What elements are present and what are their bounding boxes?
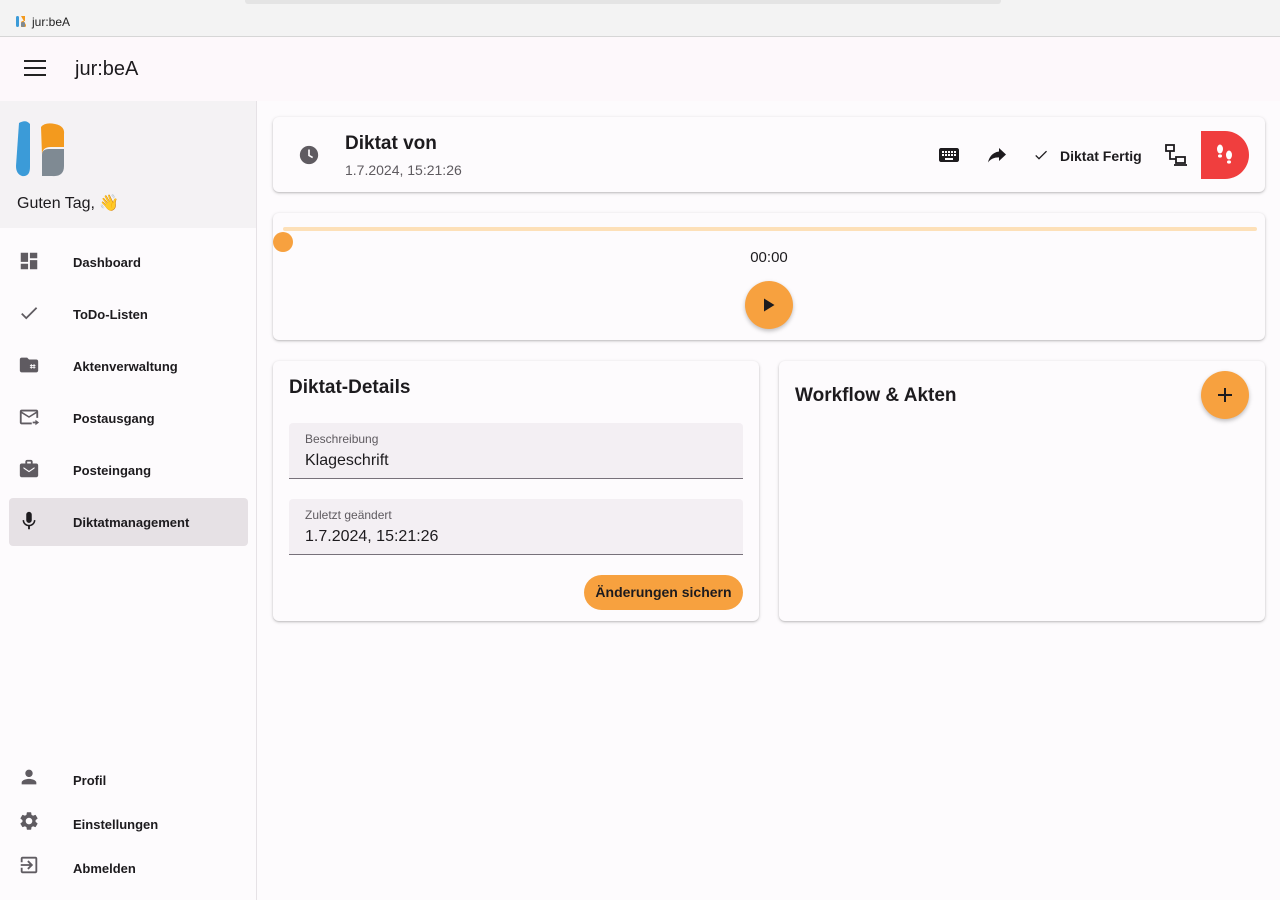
diktat-details-card: Diktat-Details Beschreibung Klageschrift… [273, 361, 759, 621]
logout-icon [20, 856, 38, 874]
diktat-details-title: Diktat-Details [289, 377, 411, 398]
hamburger-menu-icon[interactable] [24, 60, 46, 78]
window-title: jur:beA [32, 15, 71, 29]
audio-player-card: 00:00 [273, 213, 1265, 340]
sidebar-item-label: Abmelden [73, 861, 136, 876]
check-icon [21, 307, 38, 320]
app-header: jur:beA [0, 37, 1280, 101]
add-workflow-button[interactable] [1201, 371, 1249, 419]
sidebar-item-label: Aktenverwaltung [73, 359, 178, 374]
sidebar-item-label: Profil [73, 773, 107, 788]
sidebar-item-label: Dashboard [73, 255, 141, 270]
sidebar-item-einstellungen[interactable]: Einstellungen [9, 800, 248, 844]
zuletzt-geaendert-label: Zuletzt geändert [305, 508, 392, 522]
sidebar-item-diktatmanagement[interactable]: Diktatmanagement [9, 498, 248, 546]
sidebar-bottom-nav: Profil Einstellungen Abmelden [9, 756, 248, 888]
keyboard-icon[interactable] [937, 143, 961, 167]
beschreibung-field[interactable]: Beschreibung Klageschrift [289, 423, 743, 479]
zuletzt-geaendert-value: 1.7.2024, 15:21:26 [305, 528, 439, 545]
footsteps-button[interactable] [1201, 131, 1249, 179]
workflow-akten-card: Workflow & Akten [779, 361, 1265, 621]
sidebar-item-todo[interactable]: ToDo-Listen [9, 290, 248, 338]
forward-arrow-icon[interactable] [985, 143, 1009, 167]
zuletzt-geaendert-field[interactable]: Zuletzt geändert 1.7.2024, 15:21:26 [289, 499, 743, 555]
device-transfer-icon[interactable] [1164, 143, 1188, 167]
diktat-fertig-label: Diktat Fertig [1060, 148, 1142, 164]
sidebar-item-label: Postausgang [73, 411, 155, 426]
diktat-fertig-button[interactable]: Diktat Fertig [1029, 139, 1147, 171]
dictation-header-card: Diktat von 1.7.2024, 15:21:26 Diktat Fer… [273, 117, 1265, 192]
folder-hash-icon [19, 357, 39, 373]
sidebar-item-profil[interactable]: Profil [9, 756, 248, 800]
outgoing-mail-icon [19, 409, 40, 426]
gear-icon [20, 812, 38, 830]
play-icon [764, 298, 775, 312]
dashboard-icon [20, 252, 38, 270]
microphone-icon [22, 511, 36, 530]
plus-icon [1218, 388, 1232, 402]
audio-progress-track[interactable] [273, 227, 1257, 252]
sidebar-item-label: Diktatmanagement [73, 515, 190, 530]
dictation-title: Diktat von [345, 133, 437, 154]
footsteps-icon [1217, 144, 1232, 164]
sidebar-item-label: ToDo-Listen [73, 307, 148, 322]
sidebar: Guten Tag, 👋 Dashboard ToDo-Listen Akten… [0, 101, 257, 900]
beschreibung-value: Klageschrift [305, 452, 389, 469]
sidebar-nav: Dashboard ToDo-Listen Aktenverwaltung Po… [9, 238, 248, 550]
save-changes-button[interactable]: Änderungen sichern [584, 575, 743, 610]
clock-icon [299, 145, 319, 165]
inbox-icon [19, 459, 39, 478]
profile-card: Guten Tag, 👋 [0, 101, 256, 228]
sidebar-item-aktenverwaltung[interactable]: Aktenverwaltung [9, 342, 248, 390]
app-title: jur:beA [75, 58, 139, 80]
greeting-text: Guten Tag, 👋 [17, 195, 120, 212]
sidebar-item-dashboard[interactable]: Dashboard [9, 238, 248, 286]
person-icon [21, 769, 37, 785]
workflow-akten-title: Workflow & Akten [795, 385, 957, 406]
play-button[interactable] [745, 281, 793, 329]
sidebar-item-postausgang[interactable]: Postausgang [9, 394, 248, 442]
sidebar-item-posteingang[interactable]: Posteingang [9, 446, 248, 494]
app-logo [16, 121, 65, 177]
dictation-timestamp: 1.7.2024, 15:21:26 [345, 162, 462, 178]
beschreibung-label: Beschreibung [305, 432, 379, 446]
app-logo-icon [16, 16, 26, 27]
sidebar-item-label: Einstellungen [73, 817, 159, 832]
sidebar-item-abmelden[interactable]: Abmelden [9, 844, 248, 888]
check-icon [1035, 150, 1047, 160]
window-tabbar [245, 0, 1001, 4]
sidebar-item-label: Posteingang [73, 463, 152, 478]
audio-time: 00:00 [750, 249, 788, 266]
window-titlebar: jur:beA [0, 0, 1280, 37]
